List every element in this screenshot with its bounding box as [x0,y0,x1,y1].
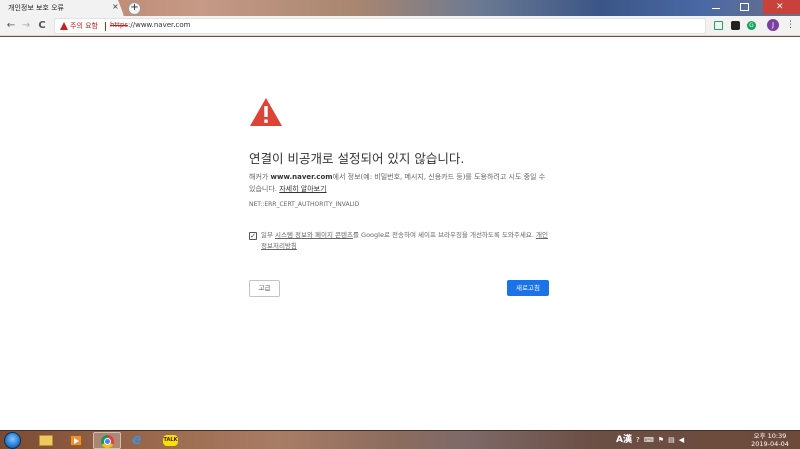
help-icon[interactable]: ? [636,433,640,448]
system-info-link[interactable]: 시스템 정보와 페이지 콘텐츠 [275,231,353,239]
error-code: NET::ERR_CERT_AUTHORITY_INVALID [249,201,360,208]
warning-icon[interactable] [60,22,68,30]
back-button[interactable]: ← [4,19,18,33]
reload-page-button[interactable]: 새로고침 [507,280,549,296]
keyboard-icon[interactable]: ⌨ [644,433,654,448]
tab-close-icon[interactable]: × [112,3,119,11]
advanced-button[interactable]: 고급 [249,280,280,297]
system-tray: A漢 ? ⌨ ⚑ ▤ ◀ [616,433,688,448]
security-status[interactable]: 주의 요함 [70,21,98,31]
clock-date: 2019-04-04 [751,440,789,448]
window-maximize-button[interactable] [734,1,754,13]
intro-prefix: 해커가 [249,173,271,181]
internet-explorer-icon: e [132,432,142,448]
browser-toolbar: ← → C 주의 요함 https://www.naver.com ☆ G J … [0,16,800,36]
kakaotalk-icon: TALK [163,435,178,446]
chrome-icon [101,435,114,448]
system-clock[interactable]: 오후 10:39 2019-04-04 [748,432,792,448]
taskbar-explorer[interactable] [32,432,60,449]
folder-icon [39,435,53,446]
error-page: 연결이 비공개로 설정되어 있지 않습니다. 해커가 www.naver.com… [0,37,800,430]
browser-tab[interactable]: 개인정보 보호 오류 × [0,0,124,16]
learn-more-link[interactable]: 자세히 알아보기 [279,185,326,193]
taskbar-kakaotalk[interactable]: TALK [156,432,184,449]
chrome-menu-icon[interactable]: ⋮ [786,19,795,31]
tab-strip: 개인정보 보호 오류 × + [0,0,800,16]
clock-time: 오후 10:39 [753,432,787,440]
dark-extension-icon[interactable] [731,21,740,30]
window-minimize-button[interactable] [706,1,726,13]
taskbar: e TALK A漢 ? ⌨ ⚑ ▤ ◀ 오후 10:39 2019-04-04 [0,430,800,449]
crop-extension-icon[interactable] [714,21,723,30]
error-description: 해커가 www.naver.com에서 정보(예: 비밀번호, 메시지, 신용카… [249,171,549,195]
url-host: ://www.naver.com [128,21,191,29]
taskbar-chrome[interactable] [93,432,121,449]
taskbar-internet-explorer[interactable]: e [124,432,152,449]
taskbar-media-player[interactable] [62,432,90,449]
address-bar[interactable]: 주의 요함 https://www.naver.com ☆ [54,18,754,34]
network-icon[interactable]: ▤ [668,433,675,448]
opt-prefix: 일부 [261,231,276,239]
safe-browsing-checkbox[interactable]: ✓ [249,232,257,240]
ime-indicator[interactable]: A漢 [616,433,632,448]
url-scheme: https [110,21,129,29]
media-player-icon [70,435,82,446]
opt-suffix: 를 Google로 전송하여 세이프 브라우징을 개선하도록 도와주세요. [353,231,534,239]
reload-button[interactable]: C [35,19,49,33]
intro-domain: www.naver.com [270,173,333,181]
new-tab-button[interactable]: + [128,2,141,15]
start-button[interactable] [4,432,21,449]
grammar-extension-icon[interactable]: G [747,21,756,30]
window-close-button[interactable] [763,0,800,14]
warning-triangle-icon [250,98,282,126]
forward-button[interactable]: → [19,19,33,33]
omnibox-separator [105,22,106,31]
url-text[interactable]: https://www.naver.com [110,21,190,29]
profile-avatar[interactable]: J [767,19,779,31]
flag-icon[interactable]: ⚑ [658,433,664,448]
volume-icon[interactable]: ◀ [679,433,684,448]
error-heading: 연결이 비공개로 설정되어 있지 않습니다. [249,151,465,166]
safe-browsing-text: 일부 시스템 정보와 페이지 콘텐츠를 Google로 전송하여 세이프 브라우… [261,230,551,252]
tab-title: 개인정보 보호 오류 [8,4,64,12]
